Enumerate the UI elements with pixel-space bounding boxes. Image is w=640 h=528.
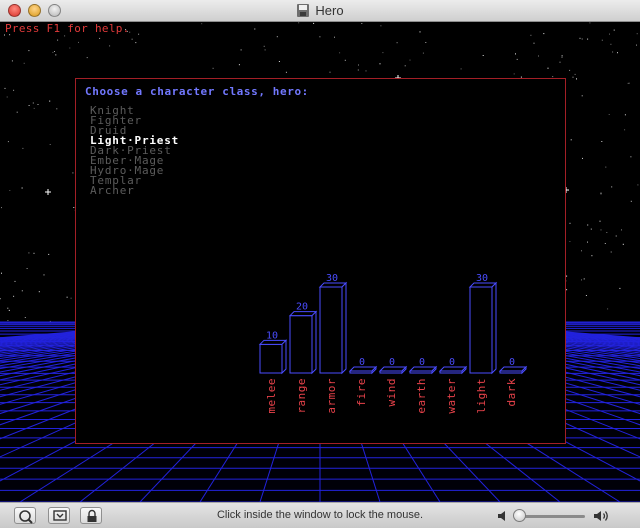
window-titlebar: Hero xyxy=(0,0,640,22)
stat-label-fire: fire xyxy=(355,378,368,407)
volume-slider-track[interactable] xyxy=(517,515,585,518)
stat-value-range: 20 xyxy=(296,302,308,313)
stat-value-melee: 10 xyxy=(266,330,278,341)
stat-label-earth: earth xyxy=(415,378,428,414)
stat-value-fire: 0 xyxy=(359,357,365,368)
stat-label-range: range xyxy=(295,378,308,414)
class-stats-chart: 10 melee 20 range 30 armor 0 fire 0 wind 0 earth 0 wa… xyxy=(258,273,528,414)
stat-label-melee: melee xyxy=(265,378,278,414)
stat-bar-light xyxy=(468,281,498,375)
stat-label-water: water xyxy=(445,378,458,414)
stat-value-armor: 30 xyxy=(326,273,338,284)
window-title: Hero xyxy=(315,3,344,18)
stat-label-armor: armor xyxy=(325,378,338,414)
stat-value-dark: 0 xyxy=(509,357,515,368)
stat-bar-range xyxy=(288,310,318,375)
stat-label-light: light xyxy=(475,378,488,414)
stat-value-water: 0 xyxy=(449,357,455,368)
stat-value-wind: 0 xyxy=(389,357,395,368)
volume-high-icon xyxy=(594,511,608,521)
volume-slider-knob[interactable] xyxy=(513,509,526,522)
class-selection-panel: Choose a character class, hero: Knight Fi… xyxy=(75,78,566,444)
stat-bar-melee xyxy=(258,339,288,375)
document-icon xyxy=(297,4,310,17)
stat-value-earth: 0 xyxy=(419,357,425,368)
status-bar: Click inside the window to lock the mous… xyxy=(0,502,640,528)
help-hint: Press F1 for help. xyxy=(5,22,130,35)
volume-low-icon xyxy=(498,511,505,521)
stat-bar-armor xyxy=(318,281,348,375)
stat-value-light: 30 xyxy=(476,273,488,284)
stat-label-dark: dark xyxy=(505,378,518,407)
stat-label-wind: wind xyxy=(385,378,398,407)
game-viewport[interactable]: Press F1 for help. Choose a character cl… xyxy=(0,22,640,502)
window-title-area: Hero xyxy=(0,3,640,18)
